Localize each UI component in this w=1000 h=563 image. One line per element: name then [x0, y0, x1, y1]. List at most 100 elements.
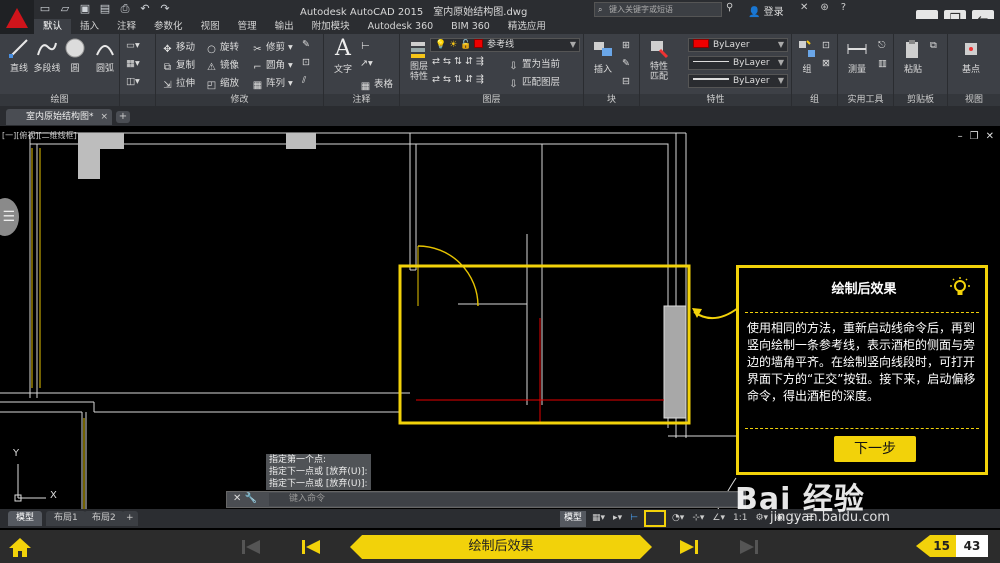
leader-icon[interactable]: ↗▾ [360, 58, 373, 69]
layers-panel-title[interactable]: 图层 [400, 94, 583, 106]
trim-tool[interactable]: ✂ 修剪 ▾ [252, 39, 293, 55]
set-current-tool[interactable]: ⇩ 置为当前 [508, 56, 560, 72]
annotation-panel-title[interactable]: 注释 [324, 94, 399, 106]
ribbon-tab[interactable]: 精选应用 [499, 19, 555, 34]
search-input[interactable]: 键入关键字或短语 [594, 2, 722, 17]
modify-panel-title[interactable]: 修改 [156, 94, 323, 106]
login-button[interactable]: 👤 登录 [748, 3, 784, 18]
undo-icon[interactable]: ↶ [138, 2, 152, 16]
ribbon-tab[interactable]: BIM 360 [442, 19, 499, 34]
ribbon-tab[interactable]: 默认 [34, 19, 72, 34]
fillet-tool[interactable]: ⌐ 圆角 ▾ [252, 57, 293, 73]
ribbon-tab[interactable]: 输出 [266, 19, 303, 34]
stretch-tool[interactable]: ⇲ 拉伸 [162, 75, 195, 91]
next-step-button[interactable]: 下一步 [834, 436, 916, 462]
ribbon-tab[interactable]: 管理 [229, 19, 266, 34]
redo-icon[interactable]: ↷ [158, 2, 172, 16]
quick-select-icon[interactable]: ⎋ [878, 40, 886, 51]
ribbon-tab[interactable]: Autodesk 360 [359, 19, 443, 34]
last-step-icon[interactable] [738, 538, 760, 556]
hatch-icon[interactable]: ▦▾ [126, 58, 140, 69]
ribbon-tab[interactable]: 插入 [71, 19, 108, 34]
viewport-minimize-icon[interactable]: – [958, 131, 963, 142]
color-dropdown[interactable]: ByLayer ▼ [688, 38, 788, 52]
rectangle-icon[interactable]: ▭▾ [126, 40, 140, 51]
polar-icon[interactable]: ◔▾ [670, 511, 686, 527]
groups-panel-title[interactable]: 组 [792, 94, 837, 106]
snap-icon[interactable]: ▸▾ [611, 511, 624, 527]
autocad-logo-button[interactable] [0, 0, 34, 36]
draw-panel-title[interactable]: 绘图 [0, 94, 119, 106]
print-icon[interactable]: ⎙ [118, 2, 132, 16]
dimension-tool[interactable]: ⊢标注 [360, 39, 374, 52]
previous-step-icon[interactable] [300, 538, 322, 556]
lineweight-dropdown[interactable]: ByLayer ▼ [688, 74, 788, 88]
exchange-icon[interactable]: ✕ [800, 2, 808, 13]
viewport-restore-icon[interactable]: ❐ [970, 131, 979, 142]
table-tool[interactable]: ▦ 表格 [360, 76, 393, 92]
measure-tool[interactable]: 测量 [840, 38, 874, 75]
text-tool[interactable]: A 文字 [326, 38, 360, 76]
ortho-highlight[interactable] [643, 510, 666, 527]
ribbon-tab[interactable]: 注释 [108, 19, 145, 34]
group-tool[interactable]: 组 [794, 38, 820, 75]
create-block-icon[interactable]: ⊞ [622, 40, 630, 51]
rotate-tool[interactable]: ○ 旋转 [206, 39, 239, 55]
command-line-controls[interactable]: ✕ 🔧 [233, 493, 257, 504]
block-panel-title[interactable]: 块 [584, 94, 639, 106]
paste-tool[interactable]: 粘贴 [896, 38, 930, 75]
ribbon-tab[interactable]: 视图 [192, 19, 229, 34]
ribbon-tab[interactable]: 参数化 [145, 19, 192, 34]
edit-block-icon[interactable]: ✎ [622, 58, 630, 69]
grid-icon[interactable]: ▦▾ [590, 511, 607, 527]
osnap-icon[interactable]: ⊹▾ [690, 511, 706, 527]
linetype-dropdown[interactable]: ByLayer ▼ [688, 56, 788, 70]
ortho-icon[interactable]: ⊢ [628, 511, 640, 527]
array-tool[interactable]: ▦ 阵列 ▾ [252, 75, 293, 91]
scale-tool[interactable]: ◰ 缩放 [206, 75, 239, 91]
viewport-close-icon[interactable]: ✕ [986, 131, 994, 142]
help-icon[interactable]: ? [841, 2, 846, 13]
new-tab-button[interactable]: + [116, 111, 130, 123]
match-properties-tool[interactable]: 特性 匹配 [642, 38, 676, 82]
erase-icon[interactable]: ✎ [302, 39, 310, 50]
copy-clip-icon[interactable]: ⧉ [930, 40, 937, 51]
explode-icon[interactable]: ⊡ [302, 57, 310, 68]
utilities-panel-title[interactable]: 实用工具 [838, 94, 893, 106]
block-attrib-icon[interactable]: ⊟ [622, 76, 630, 87]
copy-tool[interactable]: ⧉ 复制 [162, 57, 195, 73]
next-step-icon[interactable] [678, 538, 700, 556]
view-panel-title[interactable]: 视图 [948, 94, 1000, 106]
layout-tab-layout2[interactable]: 布局2 [84, 511, 124, 526]
group-edit-icon[interactable]: ⊠ [822, 58, 830, 69]
model-space-button[interactable]: 模型 [560, 511, 587, 527]
home-icon[interactable] [8, 536, 32, 558]
layer-dropdown[interactable]: 💡 ☀ 🔓 参考线 ▼ [430, 38, 580, 52]
insert-block-tool[interactable]: 插入 [586, 38, 620, 75]
layer-tools-row-2[interactable]: ⇄ ⇆ ⇅ ⇵ ⇶ [432, 74, 484, 85]
command-input[interactable]: 键入命令 [269, 493, 739, 506]
properties-panel-title[interactable]: 特性 [640, 94, 791, 106]
first-step-icon[interactable] [240, 538, 262, 556]
clipboard-panel-title[interactable]: 剪贴板 [894, 94, 947, 106]
otrack-icon[interactable]: ∠▾ [710, 511, 727, 527]
layout-tab-layout1[interactable]: 布局1 [46, 511, 86, 526]
layer-tools-row-1[interactable]: ⇄ ⇆ ⇅ ⇵ ⇶ [432, 56, 484, 67]
binoculars-icon[interactable]: ⚲ [726, 2, 733, 13]
a360-icon[interactable]: ⊛ [820, 2, 828, 13]
match-layer-tool[interactable]: ⇩ 匹配图层 [508, 74, 560, 90]
circle-tool[interactable]: 圆 [58, 37, 92, 74]
offset-icon[interactable]: ⫽ [302, 75, 306, 86]
move-tool[interactable]: ✥ 移动 [162, 39, 195, 55]
ribbon-tab[interactable]: 附加模块 [303, 19, 359, 34]
calculator-icon[interactable]: ▥ [878, 58, 887, 69]
viewport-controls-label[interactable]: [一][俯视][二维线框] [2, 130, 77, 141]
open-file-icon[interactable]: ▱ [58, 2, 72, 16]
save-as-icon[interactable]: ▤ [98, 2, 112, 16]
mirror-tool[interactable]: ⚠ 镜像 [206, 57, 239, 73]
arc-tool[interactable]: 圆弧 [88, 37, 122, 74]
gradient-icon[interactable]: ◫▾ [126, 76, 140, 87]
base-point-tool[interactable]: 基点 [954, 38, 988, 75]
document-tab[interactable]: 室内原始结构图* × [6, 109, 112, 125]
add-layout-button[interactable]: + [122, 511, 138, 526]
